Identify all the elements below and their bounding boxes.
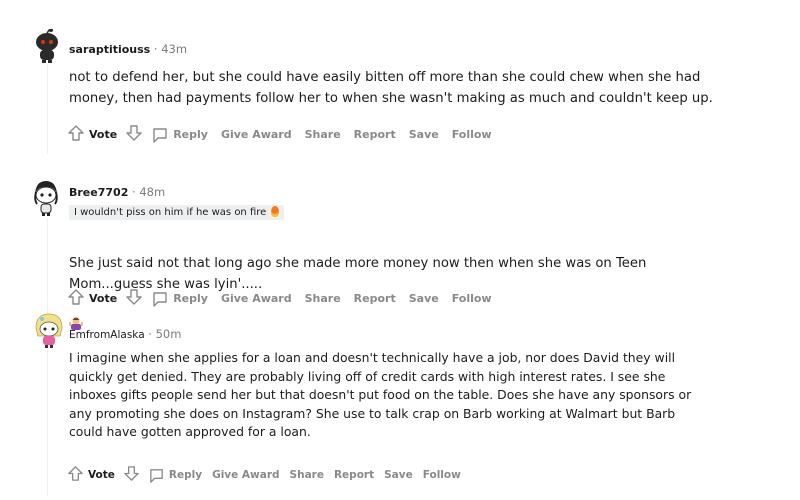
downvote-icon[interactable]: [123, 465, 140, 485]
comment-actions: Vote Reply Give Award Share Report Save …: [67, 288, 505, 309]
save-button[interactable]: Save: [384, 469, 413, 481]
comment-body-text: She just said not that long ago she made…: [69, 256, 647, 292]
comment-bubble-icon: [153, 291, 167, 307]
give-award-button[interactable]: Give Award: [212, 469, 279, 481]
meta-separator: ·: [153, 42, 158, 56]
save-button[interactable]: Save: [409, 128, 439, 141]
reply-button[interactable]: Reply: [151, 290, 208, 308]
follow-button[interactable]: Follow: [452, 292, 492, 305]
share-button[interactable]: Share: [305, 128, 341, 141]
share-button[interactable]: Share: [305, 292, 341, 305]
fire-icon: [271, 206, 280, 217]
upvote-icon[interactable]: [67, 288, 85, 309]
share-button[interactable]: Share: [290, 469, 324, 481]
thread-line[interactable]: [47, 218, 48, 314]
comment-bubble-icon: [150, 468, 163, 483]
give-award-button[interactable]: Give Award: [221, 292, 292, 305]
reply-button[interactable]: Reply: [151, 126, 208, 144]
reply-button[interactable]: Reply: [148, 467, 202, 484]
user-flair: I wouldn't piss on him if he was on fire: [69, 205, 285, 220]
timestamp[interactable]: 43m: [161, 42, 187, 56]
upvote-icon[interactable]: [67, 465, 84, 485]
avatar[interactable]: [33, 28, 61, 63]
report-button[interactable]: Report: [354, 128, 396, 141]
comment-body: not to defend her, but she could have ea…: [69, 70, 713, 106]
thread-line[interactable]: [47, 64, 48, 154]
timestamp[interactable]: 50m: [156, 327, 182, 341]
avatar[interactable]: [34, 312, 63, 348]
report-button[interactable]: Report: [354, 292, 396, 305]
meta-separator: ·: [132, 185, 136, 199]
upvote-icon[interactable]: [67, 124, 85, 145]
comment-meta: Bree7702 · 48m: [69, 185, 165, 199]
follow-button[interactable]: Follow: [423, 469, 461, 481]
username[interactable]: saraptitiouss: [69, 43, 150, 56]
meta-separator: ·: [148, 327, 152, 341]
reply-label: Reply: [173, 128, 208, 141]
snoo-avatar-icon: [35, 313, 63, 348]
comment-actions: Vote Reply Give Award Share Report Save …: [67, 124, 505, 145]
downvote-icon[interactable]: [125, 288, 143, 309]
follow-button[interactable]: Follow: [452, 128, 492, 141]
reply-label: Reply: [168, 469, 203, 481]
comment-bubble-icon: [153, 127, 167, 143]
comment-meta: saraptitiouss · 43m: [69, 42, 187, 56]
vote-count: Vote: [89, 128, 118, 141]
vote-count: Vote: [88, 469, 115, 481]
save-button[interactable]: Save: [409, 292, 439, 305]
flair-text: I wouldn't piss on him if he was on fire: [74, 207, 267, 218]
timestamp[interactable]: 48m: [139, 185, 165, 199]
comment-actions: Vote Reply Give Award Share Report Save …: [67, 465, 474, 485]
comment-body: She just said not that long ago she made…: [69, 232, 789, 335]
snoo-avatar-icon: [36, 28, 58, 63]
avatar[interactable]: [32, 180, 60, 216]
downvote-icon[interactable]: [125, 124, 143, 145]
thread-line[interactable]: [47, 350, 48, 496]
snoo-avatar-icon: [34, 181, 58, 216]
give-award-button[interactable]: Give Award: [221, 128, 292, 141]
username[interactable]: EmfromAlaska: [69, 329, 145, 341]
report-button[interactable]: Report: [334, 469, 374, 481]
comment-meta: EmfromAlaska · 50m: [69, 327, 181, 341]
vote-count: Vote: [89, 292, 118, 305]
comment-body: I imagine when she applies for a loan an…: [69, 350, 692, 440]
username[interactable]: Bree7702: [69, 186, 128, 199]
reply-label: Reply: [173, 292, 208, 305]
